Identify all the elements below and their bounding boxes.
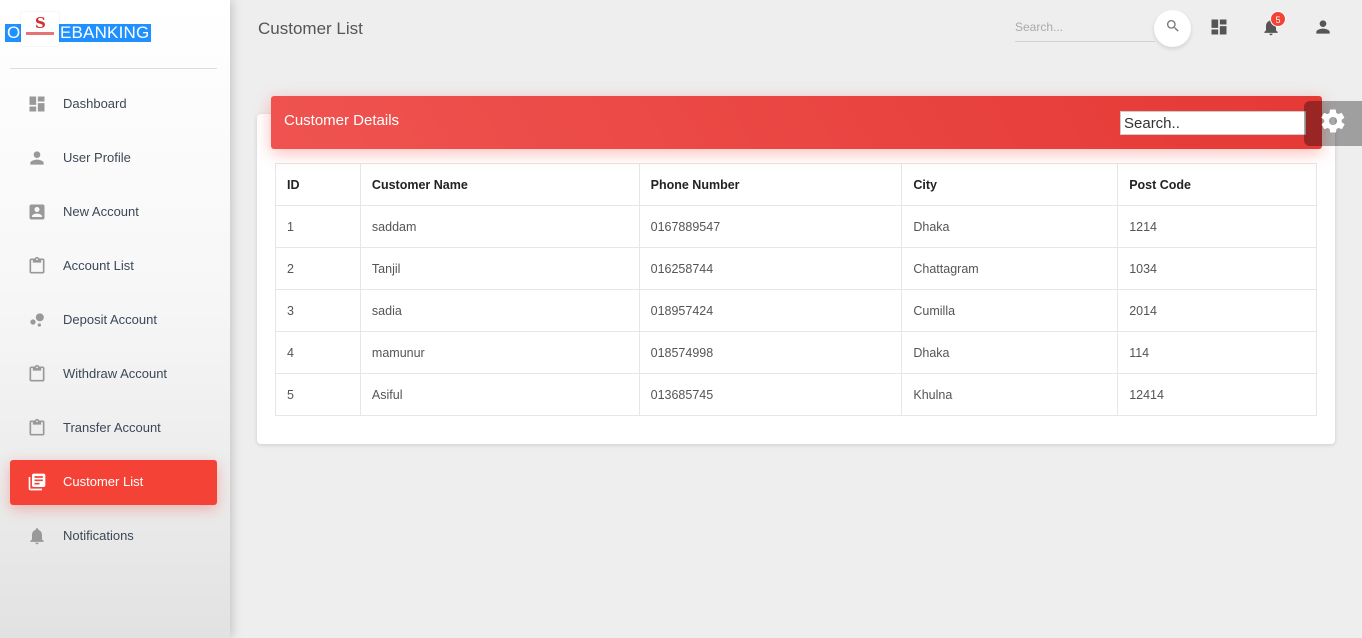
- cell-phone-number: 0167889547: [638, 205, 903, 248]
- cell-id: 5: [275, 373, 361, 416]
- cell-customer-name: Tanjil: [359, 247, 640, 290]
- logo-stripe: [26, 32, 54, 35]
- sidebar-item-notifications[interactable]: Notifications: [10, 514, 217, 559]
- search-button[interactable]: [1154, 10, 1191, 47]
- sidebar-item-label: User Profile: [63, 150, 131, 165]
- cell-customer-name: sadia: [359, 289, 640, 332]
- sidebar-item-deposit-account[interactable]: Deposit Account: [10, 298, 217, 343]
- table-row[interactable]: 2 Tanjil 016258744 Chattagram 1034: [275, 247, 1317, 290]
- library-books-icon: [27, 472, 47, 492]
- cell-id: 1: [275, 205, 361, 248]
- table-row[interactable]: 4 mamunur 018574998 Dhaka 114: [275, 331, 1317, 374]
- cell-post-code: 1034: [1117, 247, 1317, 290]
- sidebar-nav: Dashboard User Profile New Account Accou…: [10, 82, 217, 568]
- account-box-icon: [27, 202, 47, 222]
- dashboard-icon[interactable]: [1209, 17, 1229, 37]
- dashboard-icon: [27, 94, 47, 114]
- logo-letter: S: [35, 14, 46, 32]
- table-row[interactable]: 1 saddam 0167889547 Dhaka 1214: [275, 205, 1317, 248]
- sidebar-item-label: Notifications: [63, 528, 134, 543]
- sidebar-item-label: Transfer Account: [63, 420, 161, 435]
- cell-city: Chattagram: [901, 247, 1119, 290]
- card-header: Customer Details: [271, 96, 1322, 149]
- cell-city: Cumilla: [901, 289, 1119, 332]
- table-header-row: ID Customer Name Phone Number City Post …: [275, 163, 1317, 206]
- cell-city: Khulna: [901, 373, 1119, 416]
- cell-customer-name: mamunur: [359, 331, 640, 374]
- gear-icon: [1319, 107, 1347, 140]
- page-title: Customer List: [258, 19, 363, 38]
- sidebar-item-transfer-account[interactable]: Transfer Account: [10, 406, 217, 451]
- notification-badge: 5: [1270, 11, 1286, 27]
- cell-phone-number: 018574998: [638, 331, 903, 374]
- column-header-phone-number[interactable]: Phone Number: [638, 163, 903, 206]
- sidebar-item-withdraw-account[interactable]: Withdraw Account: [10, 352, 217, 397]
- cell-id: 3: [275, 289, 361, 332]
- cell-customer-name: saddam: [359, 205, 640, 248]
- table-row[interactable]: 5 Asiful 013685745 Khulna 12414: [275, 373, 1317, 416]
- divider: [10, 68, 217, 69]
- cell-phone-number: 018957424: [638, 289, 903, 332]
- sidebar-item-user-profile[interactable]: User Profile: [10, 136, 217, 181]
- cell-id: 2: [275, 247, 361, 290]
- cell-post-code: 114: [1117, 331, 1317, 374]
- column-header-post-code[interactable]: Post Code: [1117, 163, 1317, 206]
- cell-customer-name: Asiful: [359, 373, 640, 416]
- cell-post-code: 12414: [1117, 373, 1317, 416]
- sidebar-item-label: Account List: [63, 258, 134, 273]
- cell-phone-number: 013685745: [638, 373, 903, 416]
- sidebar-item-label: Customer List: [63, 474, 144, 489]
- clipboard-icon: [27, 256, 47, 276]
- bubble-chart-icon: [27, 310, 47, 330]
- sidebar-item-account-list[interactable]: Account List: [10, 244, 217, 289]
- cell-city: Dhaka: [901, 205, 1119, 248]
- person-icon: [27, 148, 47, 168]
- clipboard-icon: [27, 418, 47, 438]
- brand-logo: S: [21, 12, 59, 46]
- column-header-customer-name[interactable]: Customer Name: [359, 163, 640, 206]
- sidebar-item-new-account[interactable]: New Account: [10, 190, 217, 235]
- table-row[interactable]: 3 sadia 018957424 Cumilla 2014: [275, 289, 1317, 332]
- cell-id: 4: [275, 331, 361, 374]
- search-icon: [1165, 18, 1181, 39]
- column-header-id[interactable]: ID: [275, 163, 361, 206]
- customer-table: ID Customer Name Phone Number City Post …: [275, 163, 1317, 416]
- sidebar-item-dashboard[interactable]: Dashboard: [10, 82, 217, 127]
- cell-post-code: 2014: [1117, 289, 1317, 332]
- cell-post-code: 1214: [1117, 205, 1317, 248]
- sidebar-item-label: Dashboard: [63, 96, 127, 111]
- sidebar-item-label: Deposit Account: [63, 312, 157, 327]
- cell-city: Dhaka: [901, 331, 1119, 374]
- customer-search-input[interactable]: [1120, 111, 1306, 135]
- cell-phone-number: 016258744: [638, 247, 903, 290]
- user-icon[interactable]: [1313, 17, 1333, 37]
- sidebar-item-customer-list[interactable]: Customer List: [10, 460, 217, 505]
- sidebar-item-label: Withdraw Account: [63, 366, 168, 381]
- top-search-input[interactable]: [1015, 12, 1155, 42]
- settings-toggle[interactable]: [1304, 101, 1362, 146]
- sidebar: ONLINEBANKING S Dashboard User Profile N…: [0, 0, 230, 638]
- sidebar-item-label: New Account: [63, 204, 139, 219]
- clipboard-icon: [27, 364, 47, 384]
- bell-icon: [27, 526, 47, 546]
- card-title: Customer Details: [284, 112, 400, 129]
- column-header-city[interactable]: City: [901, 163, 1119, 206]
